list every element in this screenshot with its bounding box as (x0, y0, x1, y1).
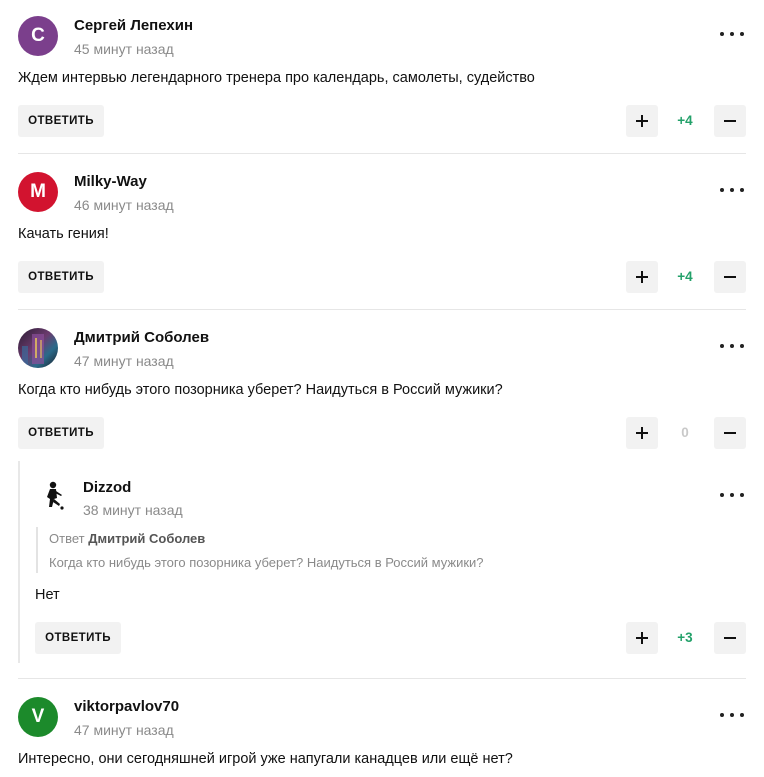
vote-score: +4 (677, 113, 693, 128)
photo-avatar-icon (22, 334, 44, 366)
comment-author[interactable]: Dizzod (83, 479, 131, 496)
downvote-button[interactable] (714, 105, 746, 137)
plus-icon (636, 632, 648, 644)
plus-icon (636, 427, 648, 439)
comment-time: 47 минут назад (74, 353, 174, 369)
comment-author[interactable]: viktorpavlov70 (74, 698, 179, 715)
comment-text: Качать гения! (18, 226, 109, 242)
quote-header: Ответ Дмитрий Соболев (49, 531, 205, 546)
upvote-button[interactable] (626, 622, 658, 654)
downvote-button[interactable] (714, 261, 746, 293)
divider (18, 153, 746, 154)
reply-button[interactable]: ОТВЕТИТЬ (18, 417, 104, 449)
avatar[interactable] (18, 328, 58, 368)
quote-author[interactable]: Дмитрий Соболев (88, 531, 205, 546)
comment-author[interactable]: Сергей Лепехин (74, 17, 193, 34)
more-options-icon[interactable] (720, 489, 744, 501)
thread-line (18, 461, 20, 663)
avatar[interactable]: V (18, 697, 58, 737)
reply-button[interactable]: ОТВЕТИТЬ (18, 105, 104, 137)
comment-text: Ждем интервью легендарного тренера про к… (18, 70, 535, 86)
comment-time: 46 минут назад (74, 197, 174, 213)
comment-author[interactable]: Milky-Way (74, 173, 147, 190)
player-silhouette-icon (47, 481, 64, 510)
avatar[interactable]: M (18, 172, 58, 212)
downvote-button[interactable] (714, 622, 746, 654)
more-options-icon[interactable] (720, 28, 744, 40)
more-options-icon[interactable] (720, 340, 744, 352)
upvote-button[interactable] (626, 105, 658, 137)
divider (18, 309, 746, 310)
vote-score: +4 (677, 269, 693, 284)
upvote-button[interactable] (626, 261, 658, 293)
comment-author[interactable]: Дмитрий Соболев (74, 329, 209, 346)
vote-score: +3 (677, 630, 693, 645)
comment-text: Нет (35, 587, 60, 603)
reply-button[interactable]: ОТВЕТИТЬ (35, 622, 121, 654)
plus-icon (636, 115, 648, 127)
comment-time: 47 минут назад (74, 722, 174, 738)
upvote-button[interactable] (626, 417, 658, 449)
comment-time: 38 минут назад (83, 502, 183, 518)
quote-line (36, 527, 38, 573)
quote-prefix: Ответ (49, 531, 85, 546)
plus-icon (636, 271, 648, 283)
minus-icon (724, 120, 736, 122)
minus-icon (724, 432, 736, 434)
comment-text: Интересно, они сегодняшней игрой уже нап… (18, 751, 513, 767)
comment-time: 45 минут назад (74, 41, 174, 57)
comment-text: Когда кто нибудь этого позорника уберет?… (18, 382, 503, 398)
quote-text: Когда кто нибудь этого позорника уберет?… (49, 555, 484, 570)
minus-icon (724, 276, 736, 278)
vote-score: 0 (681, 425, 689, 440)
more-options-icon[interactable] (720, 709, 744, 721)
divider (18, 678, 746, 679)
avatar[interactable] (35, 477, 75, 517)
downvote-button[interactable] (714, 417, 746, 449)
avatar[interactable]: С (18, 16, 58, 56)
minus-icon (724, 637, 736, 639)
reply-button[interactable]: ОТВЕТИТЬ (18, 261, 104, 293)
more-options-icon[interactable] (720, 184, 744, 196)
